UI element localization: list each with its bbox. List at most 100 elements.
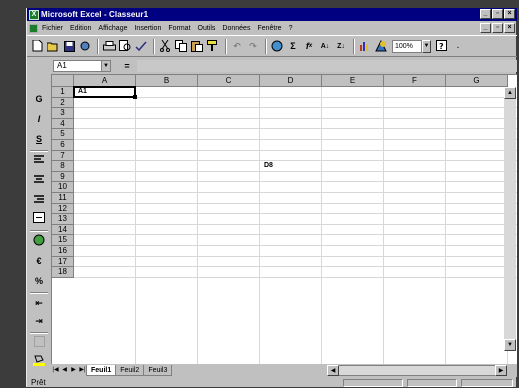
next-sheet-icon[interactable]: ▶ [69, 365, 78, 376]
scroll-right-icon[interactable]: ▶ [495, 365, 507, 376]
menu-fenetre[interactable]: Fenêtre [257, 25, 281, 32]
paste-icon[interactable] [190, 39, 204, 53]
copy-icon[interactable] [174, 39, 188, 53]
sheet-tab-feuil2[interactable]: Feuil2 [115, 365, 145, 376]
chart-wizard-icon[interactable] [358, 39, 372, 53]
print-preview-icon[interactable] [118, 39, 132, 53]
cut-icon[interactable] [158, 39, 172, 53]
workbook-restore-button[interactable]: ▫ [492, 23, 503, 33]
row-header[interactable]: 14 [52, 224, 74, 236]
row-header[interactable]: 4 [52, 118, 74, 130]
align-center-icon[interactable] [31, 174, 47, 189]
row-header[interactable]: 8 [52, 161, 74, 172]
autosum-icon[interactable]: Σ [286, 39, 300, 53]
undo-icon[interactable]: ↶ [230, 39, 244, 53]
name-box[interactable]: A1 ▼ [53, 59, 111, 72]
sheet-tab-feuil3[interactable]: Feuil3 [143, 365, 173, 376]
row-header[interactable]: 18 [52, 267, 74, 278]
restore-button[interactable]: ▫ [492, 9, 503, 19]
vertical-scrollbar[interactable]: ▲ ▼ [504, 87, 516, 351]
select-all-corner[interactable] [52, 75, 74, 87]
print-icon[interactable] [102, 39, 116, 53]
scroll-up-icon[interactable]: ▲ [504, 87, 516, 99]
menu-affichage[interactable]: Affichage [98, 25, 127, 32]
row-header[interactable]: 5 [52, 129, 74, 140]
menu-format[interactable]: Format [168, 25, 190, 32]
row-header[interactable]: 2 [52, 97, 74, 109]
fill-handle[interactable] [133, 94, 137, 99]
column-header[interactable]: D [260, 75, 322, 87]
euro-button[interactable]: € [31, 254, 47, 269]
borders-icon[interactable] [31, 336, 47, 351]
underline-button[interactable]: S [31, 132, 47, 147]
spelling-icon[interactable] [134, 39, 148, 53]
open-icon[interactable] [46, 39, 60, 53]
scroll-left-icon[interactable]: ◀ [327, 365, 339, 376]
row-header[interactable]: 7 [52, 150, 74, 162]
decrease-indent-icon[interactable]: ⇤ [31, 296, 47, 311]
fill-color-icon[interactable] [31, 354, 47, 369]
menu-outils[interactable]: Outils [198, 25, 216, 32]
minimize-button[interactable]: _ [480, 9, 491, 19]
new-icon[interactable] [30, 39, 44, 53]
menu-insertion[interactable]: Insertion [134, 25, 161, 32]
name-box-dropdown-icon[interactable]: ▼ [101, 60, 110, 71]
menu-fichier[interactable]: Fichier [42, 25, 63, 32]
menu-donnees[interactable]: Données [222, 25, 250, 32]
save-icon[interactable] [62, 39, 76, 53]
hyperlink-icon[interactable] [270, 39, 284, 53]
row-header[interactable]: 3 [52, 108, 74, 119]
align-left-icon[interactable] [31, 154, 47, 169]
prev-sheet-icon[interactable]: ◀ [60, 365, 69, 376]
sheet-tab-feuil1[interactable]: Feuil1 [86, 365, 117, 376]
excel-app-icon[interactable]: X [29, 9, 39, 20]
column-header[interactable]: E [322, 75, 384, 87]
drawing-icon[interactable] [374, 39, 388, 53]
close-button[interactable]: × [504, 9, 515, 19]
menu-edition[interactable]: Edition [70, 25, 91, 32]
column-header[interactable]: G [446, 75, 508, 87]
row-header[interactable]: 15 [52, 235, 74, 246]
row-header[interactable]: 9 [52, 171, 74, 183]
format-painter-icon[interactable] [206, 39, 220, 53]
sort-ascending-icon[interactable]: A↓ [318, 39, 332, 53]
toolbar-separator [97, 38, 99, 54]
row-header[interactable]: 13 [52, 214, 74, 225]
merge-center-icon[interactable] [31, 212, 47, 227]
row-header[interactable]: 11 [52, 193, 74, 204]
row-header[interactable]: 6 [52, 140, 74, 151]
column-header[interactable]: B [136, 75, 198, 87]
workbook-icon[interactable] [29, 23, 38, 33]
row-header[interactable]: 12 [52, 203, 74, 215]
function-icon[interactable]: fx [302, 39, 316, 53]
column-header[interactable]: F [384, 75, 446, 87]
column-header[interactable]: C [198, 75, 260, 87]
workbook-close-button[interactable]: × [504, 23, 515, 33]
row-header[interactable]: 16 [52, 246, 74, 257]
currency-icon[interactable] [31, 234, 47, 249]
align-right-icon[interactable] [31, 194, 47, 209]
formula-input[interactable] [137, 59, 517, 72]
equals-button[interactable]: = [121, 60, 133, 72]
row-header[interactable]: 1 [52, 87, 74, 98]
bold-button[interactable]: G [31, 92, 47, 107]
horizontal-scrollbar[interactable]: ◀ ▶ [327, 365, 507, 376]
spreadsheet-grid[interactable]: A B C D E F G 1 2 3 4 5 6 7 8 9 10 11 12 13 14 15 16 17 18 A1 D8 [51, 74, 517, 364]
toolbar-more-icon[interactable]: . [451, 39, 465, 53]
help-icon[interactable]: ? [435, 39, 449, 53]
zoom-select[interactable]: 100% [392, 39, 422, 53]
row-header[interactable]: 17 [52, 256, 74, 268]
increase-indent-icon[interactable]: ⇥ [31, 314, 47, 329]
cell-d8[interactable]: D8 [264, 162, 273, 169]
first-sheet-icon[interactable]: |◀ [51, 365, 60, 376]
mail-icon[interactable] [78, 39, 92, 53]
percent-button[interactable]: % [31, 274, 47, 289]
workbook-minimize-button[interactable]: _ [480, 23, 491, 33]
row-header[interactable]: 10 [52, 182, 74, 193]
menu-help[interactable]: ? [289, 25, 293, 32]
sort-descending-icon[interactable]: Z↓ [334, 39, 348, 53]
zoom-dropdown-icon[interactable]: ▼ [422, 39, 431, 53]
italic-button[interactable]: I [31, 112, 47, 127]
scroll-down-icon[interactable]: ▼ [504, 339, 516, 351]
redo-icon[interactable]: ↷ [246, 39, 260, 53]
